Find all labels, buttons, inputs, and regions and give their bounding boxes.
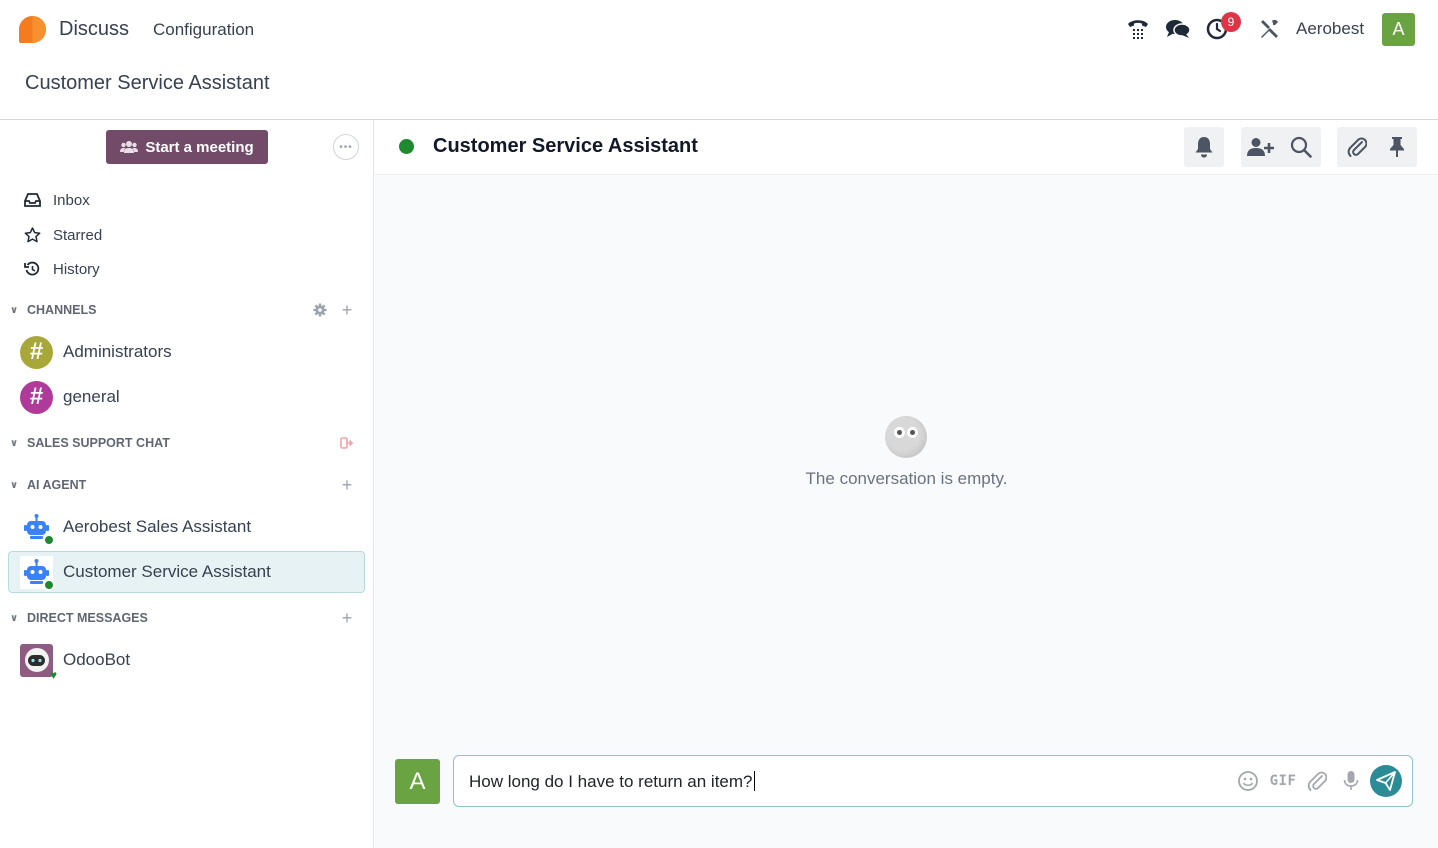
top-navbar: Discuss Configuration 9 Aerobest A xyxy=(0,0,1438,60)
mailbox-label: Starred xyxy=(53,226,103,244)
mailbox-history[interactable]: History xyxy=(22,257,100,281)
thread-header: Customer Service Assistant xyxy=(375,120,1438,175)
thread-title[interactable]: Customer Service Assistant xyxy=(433,135,698,158)
empty-face-icon xyxy=(885,416,927,458)
tools-icon[interactable] xyxy=(1256,16,1282,42)
mailbox-label: Inbox xyxy=(53,191,90,209)
empty-conversation-text: The conversation is empty. xyxy=(805,469,1008,488)
ai-agent-name: Customer Service Assistant xyxy=(63,562,271,581)
dm-name: OdooBot xyxy=(63,650,131,669)
eye-icon xyxy=(894,427,905,438)
message-input[interactable]: How long do I have to return an item? xyxy=(469,771,755,792)
category-direct-messages[interactable]: ∨ DIRECT MESSAGES xyxy=(10,608,148,628)
text-caret xyxy=(753,771,755,791)
category-label: CHANNELS xyxy=(27,303,97,317)
ai-agent-aerobest-sales[interactable]: Aerobest Sales Assistant xyxy=(8,506,365,548)
app-name[interactable]: Discuss xyxy=(59,18,129,41)
chat-icon[interactable] xyxy=(1165,16,1191,42)
send-button[interactable] xyxy=(1370,765,1402,797)
online-status-icon xyxy=(399,139,414,154)
online-status-icon xyxy=(43,533,55,546)
add-channel-icon[interactable]: + xyxy=(338,300,356,320)
history-icon xyxy=(22,261,42,277)
hash-icon: # xyxy=(20,380,53,414)
search-icon[interactable] xyxy=(1281,127,1321,167)
star-icon xyxy=(22,227,42,243)
message-text: How long do I have to return an item? xyxy=(469,772,753,791)
paper-plane-icon xyxy=(1376,771,1396,791)
bell-icon[interactable] xyxy=(1184,127,1224,167)
robot-icon xyxy=(20,510,55,546)
microphone-icon[interactable] xyxy=(1338,768,1364,794)
category-label: AI AGENT xyxy=(27,478,87,492)
category-ai-agent[interactable]: ∨ AI AGENT xyxy=(10,475,86,495)
chevron-down-icon: ∨ xyxy=(10,612,19,624)
emoji-icon[interactable] xyxy=(1235,768,1261,794)
message-composer[interactable]: How long do I have to return an item? GI… xyxy=(453,755,1413,807)
online-status-icon xyxy=(43,578,55,591)
composer-avatar: A xyxy=(395,759,440,804)
attachments-pins-group xyxy=(1337,127,1417,167)
activity-count-badge: 9 xyxy=(1221,12,1241,32)
user-avatar[interactable]: A xyxy=(1382,13,1415,46)
robot-icon xyxy=(20,555,55,591)
chevron-down-icon: ∨ xyxy=(10,479,19,491)
chevron-down-icon: ∨ xyxy=(10,304,19,316)
thread-body: The conversation is empty. A How long do… xyxy=(375,175,1438,848)
add-ai-agent-icon[interactable]: + xyxy=(338,475,356,495)
gif-icon[interactable]: GIF xyxy=(1268,768,1298,794)
heart-status-icon: ♥ xyxy=(49,667,57,682)
phone-icon[interactable] xyxy=(1125,16,1151,42)
notification-settings-group xyxy=(1184,127,1224,167)
add-user-icon[interactable] xyxy=(1241,127,1281,167)
mailbox-label: History xyxy=(53,260,100,278)
chevron-down-icon: ∨ xyxy=(10,437,19,449)
discuss-logo-icon[interactable] xyxy=(18,15,47,44)
eye-icon xyxy=(907,427,918,438)
start-meeting-button[interactable]: Start a meeting xyxy=(106,130,268,164)
odoobot-avatar: ♥ xyxy=(20,643,57,681)
start-meeting-label: Start a meeting xyxy=(145,138,254,156)
more-options-icon[interactable]: ••• xyxy=(333,134,359,160)
inbox-icon xyxy=(22,193,42,207)
company-switcher[interactable]: Aerobest xyxy=(1296,19,1364,39)
channel-avatar: # xyxy=(20,380,53,414)
add-direct-message-icon[interactable]: + xyxy=(338,608,356,628)
category-label: SALES SUPPORT CHAT xyxy=(27,436,170,450)
hash-icon: # xyxy=(20,335,53,369)
category-label: DIRECT MESSAGES xyxy=(27,611,148,625)
channel-administrators[interactable]: # Administrators xyxy=(8,331,365,373)
category-channels[interactable]: ∨ CHANNELS xyxy=(10,300,96,320)
mailbox-starred[interactable]: Starred xyxy=(22,223,102,247)
ai-agent-customer-service[interactable]: Customer Service Assistant xyxy=(8,551,365,593)
channel-avatar: # xyxy=(20,335,53,369)
ai-agent-name: Aerobest Sales Assistant xyxy=(63,517,252,536)
pin-icon[interactable] xyxy=(1377,127,1417,167)
channel-general[interactable]: # general xyxy=(8,376,365,418)
menu-configuration[interactable]: Configuration xyxy=(153,20,254,40)
leave-icon[interactable] xyxy=(338,433,356,453)
breadcrumb: Customer Service Assistant xyxy=(25,72,270,94)
paperclip-icon[interactable] xyxy=(1304,768,1330,794)
channel-name: Administrators xyxy=(63,342,172,361)
mailbox-inbox[interactable]: Inbox xyxy=(22,188,90,212)
channel-name: general xyxy=(63,387,120,406)
members-search-group xyxy=(1241,127,1321,167)
discuss-sidebar: Start a meeting ••• Inbox Starred Histor… xyxy=(0,120,374,848)
channel-settings-icon[interactable] xyxy=(311,300,329,320)
users-icon xyxy=(120,141,139,153)
category-sales-support[interactable]: ∨ SALES SUPPORT CHAT xyxy=(10,433,170,453)
dm-odoobot[interactable]: ♥ OdooBot xyxy=(8,639,365,681)
paperclip-icon[interactable] xyxy=(1337,127,1377,167)
